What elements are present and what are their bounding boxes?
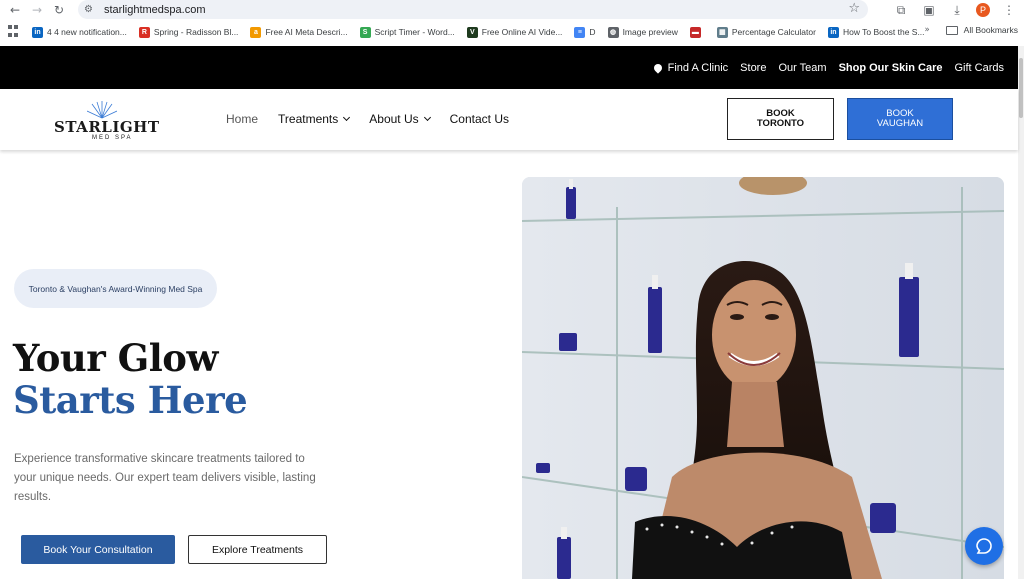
site-info-icon[interactable]: ⚙ [84,4,102,15]
forward-arrow-icon[interactable]: → [26,1,48,19]
nav-treatments-label: Treatments [278,112,339,126]
bookmark-item[interactable]: ◍ Image preview [607,26,678,38]
chat-icon [976,538,992,554]
bookmark-item[interactable]: ≡ D [574,26,596,38]
bookmark-label: 4 4 new notification... [47,27,127,37]
scrollbar-thumb[interactable] [1019,58,1023,118]
bookmark-item[interactable]: in How To Boost the S... [827,26,925,38]
bookmark-item[interactable]: in 4 4 new notification... [32,26,127,38]
bookmark-label: How To Boost the S... [842,27,925,37]
main-navigation: STARLIGHT MED SPA Home Treatments About … [0,89,1018,150]
hero-headline-line2: Starts Here [13,378,248,422]
bookmark-label: Free Online AI Vide... [481,27,563,37]
bookmark-favicon-icon: ▦ [716,26,728,38]
bookmarks-bar: in 4 4 new notification... R Spring - Radis… [0,22,1024,42]
location-pin-icon [651,61,664,74]
folder-icon [945,25,958,35]
logo-subtitle: MED SPA [92,135,133,141]
bookmark-item[interactable]: S Script Timer - Word... [359,26,455,38]
bookmark-favicon-icon: ▬ [689,26,701,38]
chat-widget-button[interactable] [965,527,1003,565]
bookmark-item[interactable]: R Spring - Radisson Bl... [138,26,239,38]
logo-star-rays-icon [87,101,117,119]
find-clinic-label: Find A Clinic [667,61,729,74]
bookmark-star-icon[interactable]: ☆ [848,1,860,16]
nav-contact-us[interactable]: Contact Us [450,112,509,126]
apps-grid-icon[interactable] [8,25,22,39]
book-vaughan-button[interactable]: BOOK VAUGHAN [847,98,953,140]
bookmark-label: Spring - Radisson Bl... [153,27,239,37]
nav-home[interactable]: Home [226,112,258,126]
tab-search-icon[interactable]: ▣ [920,3,938,17]
nav-treatments[interactable]: Treatments [278,112,351,126]
bookmark-favicon-icon: V [466,26,478,38]
more-bookmarks-icon[interactable]: » [924,25,929,35]
bookmark-favicon-icon: in [827,26,839,38]
award-badge: Toronto & Vaughan's Award-Winning Med Sp… [14,269,217,308]
chevron-down-icon [423,113,431,122]
book-toronto-line2: TORONTO [756,118,805,129]
bookmark-favicon-icon: S [359,26,371,38]
bookmark-favicon-icon: R [138,26,150,38]
hero-photo-illustration [522,177,1004,579]
nav-about-label: About Us [369,112,419,126]
bookmark-favicon-icon: a [250,26,262,38]
download-icon[interactable]: ⤓ [948,3,966,18]
bookmark-label: Script Timer - Word... [374,27,455,37]
menu-dots-icon[interactable]: ⋮ [1000,3,1018,17]
gift-cards-link[interactable]: Gift Cards [954,62,1004,74]
bookmark-label: D [589,27,596,37]
chevron-down-icon [343,113,351,122]
book-toronto-button[interactable]: BOOK TORONTO [727,98,834,140]
site-topbar: Find A Clinic Store Our Team Shop Our Sk… [0,46,1018,89]
url-text: starlightmedspa.com [104,3,206,16]
reload-icon[interactable]: ↻ [48,1,70,19]
our-team-link[interactable]: Our Team [778,62,826,74]
bookmark-label: Image preview [622,27,678,37]
page-scrollbar[interactable] [1018,46,1024,579]
book-vaughan-line2: VAUGHAN [876,118,924,129]
bookmark-favicon-icon: in [32,26,43,38]
store-link[interactable]: Store [740,62,766,74]
bookmark-label: Percentage Calculator [731,27,816,37]
starlight-logo[interactable]: STARLIGHT MED SPA [54,101,159,141]
main-menu: Home Treatments About Us Contact Us [226,112,509,126]
back-arrow-icon[interactable]: ← [4,1,26,19]
profile-avatar[interactable]: P [976,3,990,17]
shop-skin-care-link[interactable]: Shop Our Skin Care [839,62,943,74]
bookmark-item[interactable]: ▦ Percentage Calculator [716,26,816,38]
hero-description: Experience transformative skincare treat… [14,453,316,503]
book-consultation-button[interactable]: Book Your Consultation [21,535,175,564]
bookmark-label: Free AI Meta Descri... [265,27,348,37]
all-bookmarks-link[interactable]: All Bookmarks [964,25,1018,35]
browser-toolbar: ← → ↻ ⚙ starlightmedspa.com ☆ ⧉ ▣ ⤓ P ⋮ [0,0,1024,20]
hero-headline-line1: Your Glow [13,336,218,380]
bookmark-favicon-icon: ◍ [607,26,619,38]
logo-wordmark: STARLIGHT [54,118,160,136]
extensions-icon[interactable]: ⧉ [892,3,910,18]
bookmark-item[interactable]: V Free Online AI Vide... [466,26,563,38]
bookmark-item[interactable]: a Free AI Meta Descri... [250,26,348,38]
address-bar[interactable]: ⚙ starlightmedspa.com ☆ [78,0,868,19]
explore-treatments-button[interactable]: Explore Treatments [188,535,327,564]
bookmark-item[interactable]: ▬ [689,26,705,38]
nav-about-us[interactable]: About Us [369,112,431,126]
hero-photo [522,177,1004,579]
find-clinic-link[interactable]: Find A Clinic [651,61,729,74]
bookmark-favicon-icon: ≡ [574,26,586,38]
